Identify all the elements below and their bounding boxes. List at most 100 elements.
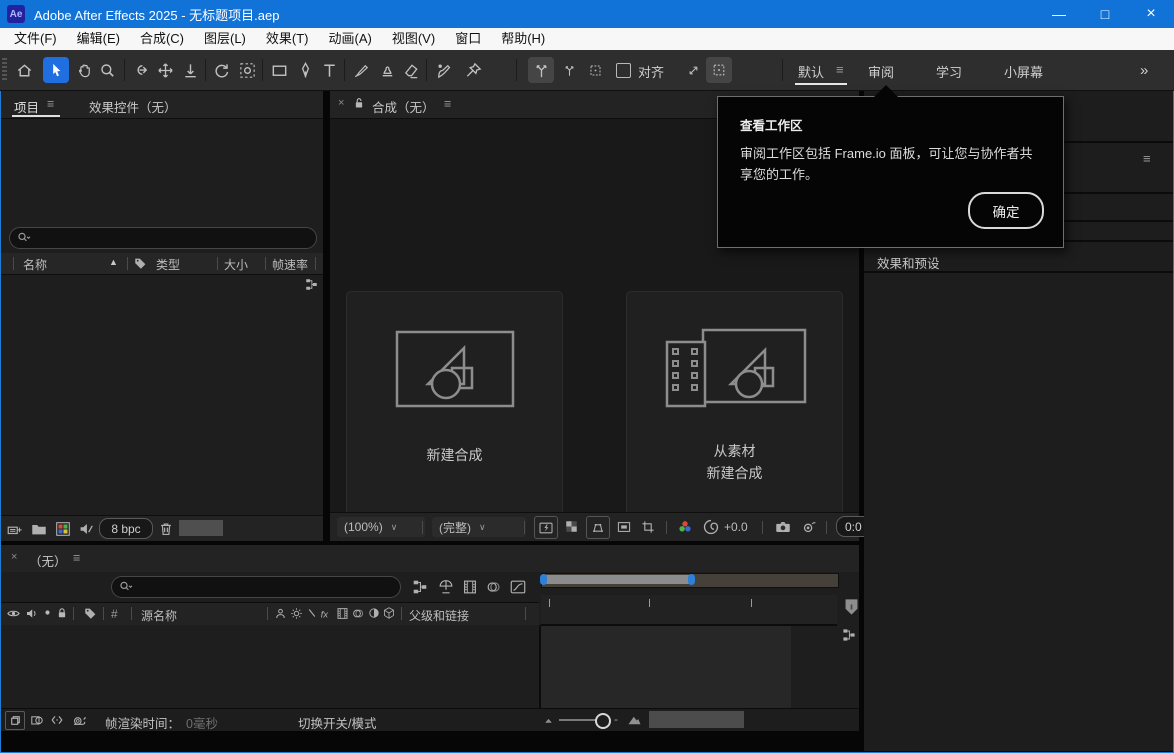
pan-camera-tool[interactable] xyxy=(152,57,178,83)
toolbar-grip[interactable] xyxy=(2,58,7,82)
snap-checkbox[interactable] xyxy=(616,63,631,78)
channel-rgb-icon[interactable] xyxy=(676,518,694,536)
shy-switch-icon[interactable] xyxy=(273,606,288,621)
composition-panel-menu-icon[interactable]: ≡ xyxy=(444,97,451,111)
magnification-dropdown[interactable]: (100%) ∨ xyxy=(337,517,425,537)
minimize-button[interactable]: — xyxy=(1036,0,1082,28)
dolly-camera-tool[interactable] xyxy=(177,57,203,83)
exposure-value[interactable]: +0.0 xyxy=(724,520,748,534)
tab-effect-controls[interactable]: 效果控件（无） xyxy=(89,97,177,116)
snap-label[interactable]: 对齐 xyxy=(638,62,664,81)
composition-tab-label[interactable]: 合成（无） xyxy=(372,97,435,116)
project-flowchart-icon[interactable] xyxy=(304,277,319,292)
new-composition-button[interactable]: 新建合成 xyxy=(346,291,563,523)
tab-project[interactable]: 项目 xyxy=(14,97,39,116)
adjustment-layer-switch-icon[interactable] xyxy=(367,606,381,620)
project-panel-menu-icon[interactable]: ≡ xyxy=(47,97,54,111)
motion-blur-switch-icon[interactable] xyxy=(351,606,366,621)
effects-switch-icon[interactable]: fx xyxy=(319,606,335,622)
workspace-tab-review[interactable]: 审阅 xyxy=(868,62,894,81)
label-column-tag-icon[interactable] xyxy=(133,256,148,271)
lock-column-icon[interactable] xyxy=(55,606,69,620)
menu-layer[interactable]: 图层(L) xyxy=(194,28,256,50)
navigator-start-handle[interactable] xyxy=(540,574,547,585)
render-performance-icon[interactable] xyxy=(71,712,88,729)
lock-icon[interactable] xyxy=(352,96,366,110)
puppet-pin-tool[interactable] xyxy=(460,57,486,83)
menu-window[interactable]: 窗口 xyxy=(445,28,491,50)
new-composition-icon[interactable] xyxy=(54,520,72,538)
home-button[interactable] xyxy=(11,57,37,83)
audio-icon[interactable] xyxy=(24,606,39,621)
column-size[interactable]: 大小 xyxy=(224,256,248,273)
timeline-panel-menu-icon[interactable]: ≡ xyxy=(73,551,80,565)
graph-editor-icon[interactable] xyxy=(509,578,527,596)
zoom-out-mountain-icon[interactable] xyxy=(543,715,554,726)
3d-layer-switch-icon[interactable] xyxy=(382,606,396,620)
solo-icon[interactable] xyxy=(41,606,54,619)
effects-presets-panel-title[interactable]: 效果和预设 xyxy=(877,253,940,272)
rectangle-tool[interactable] xyxy=(266,57,292,83)
roto-brush-tool[interactable] xyxy=(430,57,456,83)
layer-list-area[interactable] xyxy=(1,625,539,708)
column-frame-rate[interactable]: 帧速率 xyxy=(272,256,308,273)
workspace-tab-small-screen[interactable]: 小屏幕 xyxy=(1004,62,1043,81)
time-navigator-bar[interactable] xyxy=(541,573,839,588)
mask-visibility-button[interactable] xyxy=(586,516,610,539)
new-folder-icon[interactable] xyxy=(30,520,48,538)
pen-tool[interactable] xyxy=(292,57,318,83)
bit-depth-button[interactable]: 8 bpc xyxy=(99,518,153,539)
composition-tab-close-icon[interactable]: × xyxy=(338,97,344,109)
rotate-tool[interactable] xyxy=(208,57,234,83)
menu-file[interactable]: 文件(F) xyxy=(4,28,67,50)
camera-tool[interactable] xyxy=(234,57,260,83)
world-axis-mode-button[interactable] xyxy=(556,57,582,83)
sort-ascending-icon[interactable]: ▲ xyxy=(109,257,118,267)
resolution-dropdown[interactable]: (完整) ∨ xyxy=(432,517,526,537)
info-panel-menu-icon[interactable]: ≡ xyxy=(1143,151,1151,166)
menu-effect[interactable]: 效果(T) xyxy=(256,28,319,50)
transparency-grid-icon[interactable] xyxy=(564,519,579,534)
in-out-columns-icon[interactable] xyxy=(49,712,65,728)
audio-mute-icon[interactable] xyxy=(77,520,95,538)
comp-button-icon[interactable] xyxy=(841,627,857,643)
exposure-reset-icon[interactable] xyxy=(702,518,720,536)
quality-switch-icon[interactable] xyxy=(305,606,319,620)
footer-scrollbar[interactable] xyxy=(179,520,223,536)
menu-composition[interactable]: 合成(C) xyxy=(130,28,194,50)
show-snapshot-icon[interactable] xyxy=(800,518,818,536)
layer-number-column[interactable]: # xyxy=(111,607,118,621)
zoom-in-mountain-icon[interactable] xyxy=(627,713,642,728)
video-visibility-icon[interactable] xyxy=(6,606,21,621)
view-axis-mode-button[interactable] xyxy=(582,57,608,83)
timeline-tab-close-icon[interactable]: × xyxy=(11,551,17,563)
source-name-column[interactable]: 源名称 xyxy=(141,607,177,624)
selection-tool[interactable] xyxy=(43,57,69,83)
fast-preview-button[interactable] xyxy=(534,516,558,539)
time-ruler[interactable] xyxy=(541,595,837,626)
menu-edit[interactable]: 编辑(E) xyxy=(67,28,130,50)
label-column-tag-icon[interactable] xyxy=(83,606,98,621)
camera-orbit-cursor-tool[interactable] xyxy=(127,57,153,83)
comp-marker-bin-icon[interactable] xyxy=(843,597,860,617)
snapshot-camera-icon[interactable] xyxy=(774,518,792,536)
navigator-end-handle[interactable] xyxy=(688,574,695,585)
column-name[interactable]: 名称 xyxy=(23,256,47,273)
project-search-input[interactable] xyxy=(9,227,317,249)
crop-region-icon[interactable] xyxy=(640,519,656,535)
frame-blending-icon[interactable] xyxy=(461,578,479,596)
marching-ants-button[interactable] xyxy=(706,57,732,83)
new-composition-from-footage-button[interactable]: 从素材 新建合成 xyxy=(626,291,843,523)
frame-blend-switch-icon[interactable] xyxy=(335,606,350,621)
timeline-horizontal-scrollbar[interactable] xyxy=(649,711,744,728)
composition-mini-flowchart-icon[interactable] xyxy=(411,578,429,596)
interpret-footage-icon[interactable] xyxy=(6,520,24,538)
workspace-tab-default[interactable]: 默认 xyxy=(798,62,824,81)
close-button[interactable]: × xyxy=(1128,0,1174,28)
snap-options-button[interactable] xyxy=(680,57,706,83)
column-type[interactable]: 类型 xyxy=(156,256,180,273)
type-tool[interactable] xyxy=(316,57,342,83)
timeline-zoom-slider-handle[interactable] xyxy=(595,713,611,729)
brush-tool[interactable] xyxy=(348,57,374,83)
track-area[interactable] xyxy=(541,626,791,708)
